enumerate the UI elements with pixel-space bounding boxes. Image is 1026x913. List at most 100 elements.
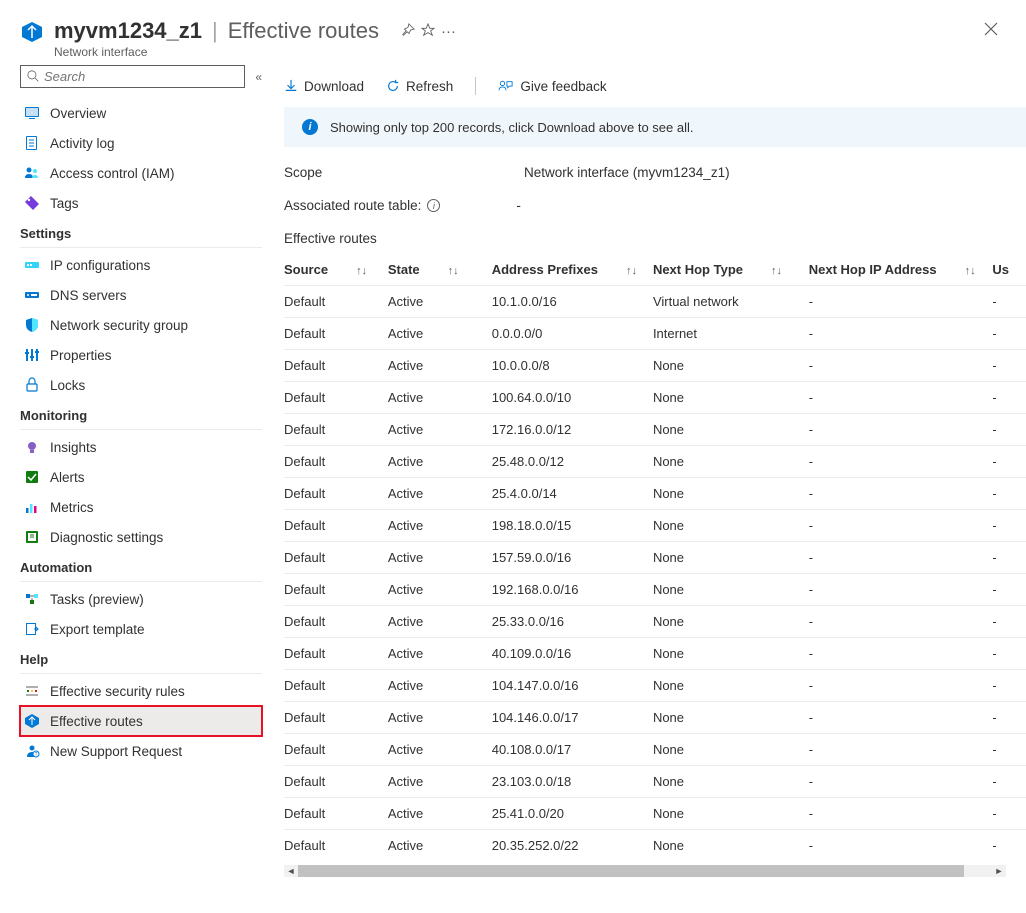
table-row[interactable]: DefaultActive198.18.0.0/15None-- [284,510,1026,542]
sort-icon[interactable]: ↑↓ [771,265,782,277]
nav-heading-help: Help [20,644,262,674]
command-bar: Download Refresh Give feedback [284,65,1026,107]
column-source[interactable]: Source↑↓ [284,254,388,286]
nav-alerts[interactable]: Alerts [20,462,262,492]
nav-label: Tags [50,196,79,211]
nav-locks[interactable]: Locks [20,370,262,400]
info-icon: i [302,119,318,135]
support-icon: ? [24,743,40,759]
table-row[interactable]: DefaultActive25.4.0.0/14None-- [284,478,1026,510]
search-input[interactable] [20,65,245,88]
nav-dns-servers[interactable]: DNS servers [20,280,262,310]
resource-type: Network interface [54,45,456,59]
horizontal-scrollbar[interactable]: ◄ ► [284,865,1026,877]
nav-effective-security-rules[interactable]: Effective security rules [20,676,262,706]
table-row[interactable]: DefaultActive157.59.0.0/16None-- [284,542,1026,574]
pin-icon[interactable] [401,23,415,40]
nav-label: Tasks (preview) [50,592,144,607]
nav-heading-monitoring: Monitoring [20,400,262,430]
nav-label: Metrics [50,500,94,515]
table-row[interactable]: DefaultActive25.41.0.0/20None-- [284,798,1026,830]
table-row[interactable]: DefaultActive25.48.0.0/12None-- [284,446,1026,478]
favorite-icon[interactable] [421,23,435,40]
close-icon[interactable] [976,18,1006,40]
table-row[interactable]: DefaultActive40.108.0.0/17None-- [284,734,1026,766]
dns-icon [24,287,40,303]
nav-label: Diagnostic settings [50,530,163,545]
more-icon[interactable]: ··· [441,23,456,40]
nav-heading-automation: Automation [20,552,262,582]
nav-access-control[interactable]: Access control (IAM) [20,158,262,188]
network-interface-icon [20,20,44,44]
info-help-icon[interactable]: i [427,199,440,212]
esr-icon [24,683,40,699]
sort-icon[interactable]: ↑↓ [965,265,976,277]
scroll-right-icon[interactable]: ► [992,865,1006,877]
export-icon [24,621,40,637]
nav-insights[interactable]: Insights [20,432,262,462]
table-row[interactable]: DefaultActive40.109.0.0/16None-- [284,638,1026,670]
nav-properties[interactable]: Properties [20,340,262,370]
download-button[interactable]: Download [284,79,364,94]
collapse-sidebar-icon[interactable]: « [255,70,262,84]
table-title: Effective routes [284,231,1026,254]
ipconfig-icon [24,257,40,273]
nav-label: Effective routes [50,714,143,729]
nav-nsg[interactable]: Network security group [20,310,262,340]
nav-label: Alerts [50,470,85,485]
table-row[interactable]: DefaultActive10.1.0.0/16Virtual network-… [284,286,1026,318]
nav-activity-log[interactable]: Activity log [20,128,262,158]
sort-icon[interactable]: ↑↓ [356,265,367,277]
column-us[interactable]: Us [992,254,1026,286]
nav-tags[interactable]: Tags [20,188,262,218]
associated-route-table-label: Associated route table: [284,198,421,213]
tasks-icon [24,591,40,607]
table-row[interactable]: DefaultActive172.16.0.0/12None-- [284,414,1026,446]
nav-ip-configurations[interactable]: IP configurations [20,250,262,280]
table-row[interactable]: DefaultActive23.103.0.0/18None-- [284,766,1026,798]
nav-label: Export template [50,622,145,637]
tag-icon [24,195,40,211]
table-row[interactable]: DefaultActive100.64.0.0/10None-- [284,382,1026,414]
nav-metrics[interactable]: Metrics [20,492,262,522]
refresh-button[interactable]: Refresh [386,79,453,94]
sort-icon[interactable]: ↑↓ [626,265,637,277]
nav-label: DNS servers [50,288,127,303]
column-state[interactable]: State↑↓ [388,254,492,286]
nav-export-template[interactable]: Export template [20,614,262,644]
scroll-left-icon[interactable]: ◄ [284,865,298,877]
column-next-hop-ip[interactable]: Next Hop IP Address↑↓ [809,254,993,286]
bulb-icon [24,439,40,455]
nav-label: Overview [50,106,106,121]
table-row[interactable]: DefaultActive192.168.0.0/16None-- [284,574,1026,606]
nav-label: Access control (IAM) [50,166,175,181]
scope-value: Network interface (myvm1234_z1) [524,165,730,180]
column-next-hop-type[interactable]: Next Hop Type↑↓ [653,254,809,286]
routes-icon [24,713,40,729]
main-content: Download Refresh Give feedback i Showing… [266,65,1026,877]
nav-effective-routes[interactable]: Effective routes [20,706,262,736]
log-icon [24,135,40,151]
feedback-button[interactable]: Give feedback [498,79,606,94]
blade-header: myvm1234_z1 | Effective routes ··· Netwo… [0,0,1026,65]
nav-label: New Support Request [50,744,182,759]
info-banner: i Showing only top 200 records, click Do… [284,107,1026,147]
table-row[interactable]: DefaultActive20.35.252.0/22None-- [284,830,1026,862]
nav-diagnostic-settings[interactable]: Diagnostic settings [20,522,262,552]
table-row[interactable]: DefaultActive104.146.0.0/17None-- [284,702,1026,734]
shield-icon [24,317,40,333]
table-row[interactable]: DefaultActive25.33.0.0/16None-- [284,606,1026,638]
table-row[interactable]: DefaultActive0.0.0.0/0Internet-- [284,318,1026,350]
alert-icon [24,469,40,485]
sort-icon[interactable]: ↑↓ [448,265,459,277]
nav-overview[interactable]: Overview [20,98,262,128]
nav-heading-settings: Settings [20,218,262,248]
nav-tasks[interactable]: Tasks (preview) [20,584,262,614]
nav-label: Network security group [50,318,188,333]
nav-label: Activity log [50,136,115,151]
nav-new-support-request[interactable]: ? New Support Request [20,736,262,766]
sidebar: « Overview Activity log Access control (IA… [0,65,266,877]
table-row[interactable]: DefaultActive10.0.0.0/8None-- [284,350,1026,382]
column-address-prefixes[interactable]: Address Prefixes↑↓ [492,254,653,286]
table-row[interactable]: DefaultActive104.147.0.0/16None-- [284,670,1026,702]
